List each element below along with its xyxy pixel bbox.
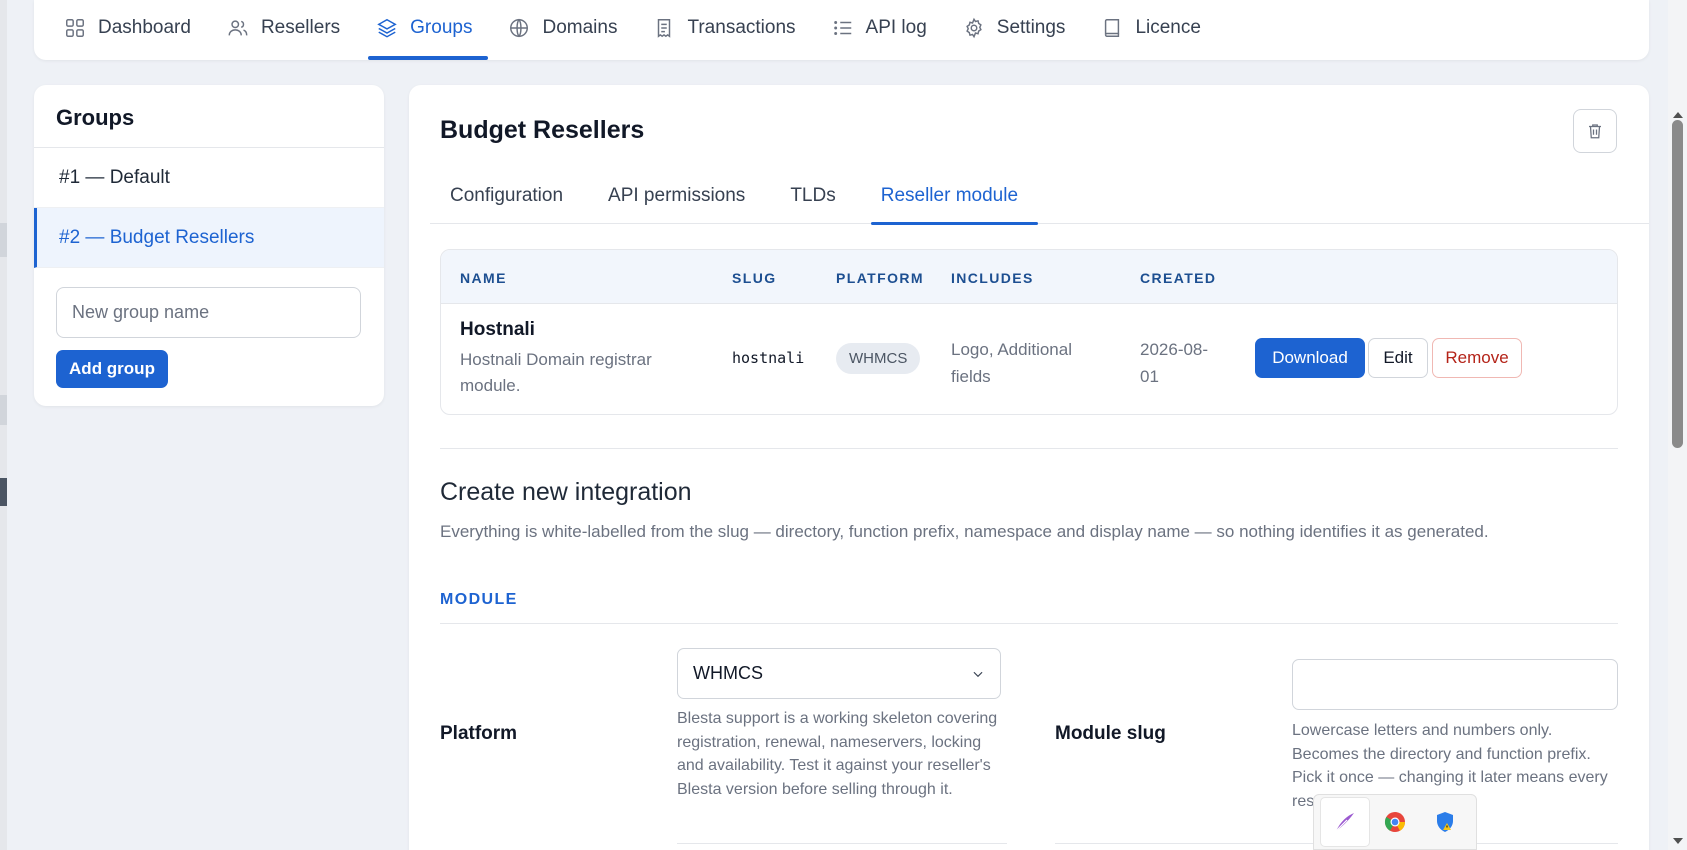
section-divider bbox=[440, 623, 1618, 624]
list-icon bbox=[833, 21, 851, 35]
module-slug-label: Module slug bbox=[1055, 723, 1166, 744]
column-header-platform: PLATFORM bbox=[836, 270, 924, 286]
page-scrollbar[interactable] bbox=[1668, 0, 1687, 850]
platform-badge: WHMCS bbox=[836, 343, 921, 374]
scrollbar-thumb[interactable] bbox=[1672, 120, 1683, 448]
book-icon bbox=[1105, 19, 1120, 37]
column-header-slug: SLUG bbox=[732, 270, 777, 286]
users-icon bbox=[228, 20, 248, 36]
platform-label: Platform bbox=[440, 723, 518, 744]
module-description: Hostnali Domain registrar module. bbox=[460, 350, 652, 395]
chrome-icon[interactable] bbox=[1370, 797, 1420, 847]
platform-select-value: WHMCS bbox=[693, 663, 763, 683]
nav-label: Licence bbox=[1135, 17, 1201, 38]
download-button[interactable]: Download bbox=[1255, 338, 1365, 378]
nav-label: Domains bbox=[542, 17, 618, 38]
column-header-created: CREATED bbox=[1140, 270, 1217, 286]
module-name: Hostnali bbox=[460, 319, 535, 340]
module-slug-input[interactable] bbox=[1292, 659, 1618, 710]
window-edge bbox=[0, 0, 7, 850]
nav-label: Dashboard bbox=[98, 17, 191, 38]
nav-item-licence[interactable]: Licence bbox=[1083, 0, 1219, 60]
tab-bar: Configuration API permissions TLDs Resel… bbox=[430, 177, 1649, 225]
nav-label: Groups bbox=[410, 17, 473, 38]
nav-item-domains[interactable]: Domains bbox=[490, 0, 635, 60]
platform-help-text: Blesta support is a working skeleton cov… bbox=[677, 710, 998, 798]
shield-warning-icon[interactable] bbox=[1420, 797, 1470, 847]
nav-item-api-log[interactable]: API log bbox=[814, 0, 945, 60]
create-integration-description: Everything is white-labelled from the sl… bbox=[440, 522, 1489, 541]
group-item-budget-resellers[interactable]: #2 — Budget Resellers bbox=[34, 208, 384, 268]
top-navigation: Dashboard Resellers Groups Domains Trans… bbox=[34, 0, 1649, 60]
new-group-name-input[interactable] bbox=[56, 287, 361, 338]
main-panel: Budget Resellers Configuration API permi… bbox=[409, 85, 1649, 850]
nav-item-groups[interactable]: Groups bbox=[358, 0, 490, 60]
groups-panel: Groups #1 — Default #2 — Budget Reseller… bbox=[34, 85, 384, 406]
add-group-button[interactable]: Add group bbox=[56, 350, 168, 388]
trash-icon bbox=[1589, 124, 1601, 139]
tab-tlds[interactable]: TLDs bbox=[770, 177, 855, 224]
nav-item-settings[interactable]: Settings bbox=[945, 0, 1084, 60]
nav-label: Settings bbox=[996, 17, 1066, 38]
nav-item-transactions[interactable]: Transactions bbox=[635, 0, 813, 60]
nav-item-dashboard[interactable]: Dashboard bbox=[64, 0, 209, 60]
column-header-name: NAME bbox=[460, 270, 507, 286]
edit-button[interactable]: Edit bbox=[1368, 338, 1428, 378]
delete-group-button[interactable] bbox=[1573, 109, 1617, 153]
globe-icon bbox=[510, 18, 529, 38]
group-item-default[interactable]: #1 — Default bbox=[34, 148, 384, 208]
tab-configuration[interactable]: Configuration bbox=[430, 177, 583, 224]
create-integration-title: Create new integration bbox=[440, 478, 692, 506]
table-header: NAME SLUG PLATFORM INCLUDES CREATED bbox=[441, 250, 1617, 304]
tab-reseller-module[interactable]: Reseller module bbox=[861, 177, 1039, 225]
section-divider bbox=[440, 448, 1618, 449]
tab-api-permissions[interactable]: API permissions bbox=[588, 177, 765, 224]
module-slug: hostnali bbox=[732, 349, 805, 367]
nav-label: API log bbox=[865, 17, 927, 38]
module-created-date: 2026-08-01 bbox=[1140, 340, 1209, 386]
platform-select[interactable]: WHMCS bbox=[677, 648, 1001, 699]
receipt-icon bbox=[658, 19, 671, 38]
scroll-down-arrow-icon[interactable] bbox=[1673, 838, 1683, 844]
module-includes: Logo, Additional fields bbox=[951, 340, 1072, 386]
page-title: Budget Resellers bbox=[440, 116, 645, 144]
module-section-label: MODULE bbox=[440, 591, 518, 608]
remove-button[interactable]: Remove bbox=[1432, 338, 1522, 378]
field-divider bbox=[677, 843, 1007, 844]
nav-item-resellers[interactable]: Resellers bbox=[209, 0, 358, 60]
nav-label: Resellers bbox=[260, 17, 341, 38]
grid-icon bbox=[66, 19, 84, 37]
gear-icon bbox=[965, 17, 982, 39]
taskbar-tray-popup bbox=[1313, 794, 1477, 850]
modules-table: NAME SLUG PLATFORM INCLUDES CREATED Host… bbox=[440, 249, 1618, 415]
scroll-up-arrow-icon[interactable] bbox=[1673, 112, 1683, 118]
chevron-down-icon bbox=[973, 671, 983, 677]
nav-label: Transactions bbox=[687, 17, 796, 38]
layers-icon bbox=[377, 18, 397, 38]
table-row: Hostnali Hostnali Domain registrar modul… bbox=[441, 304, 1617, 414]
groups-title: Groups bbox=[34, 85, 384, 148]
feather-icon[interactable] bbox=[1320, 797, 1370, 847]
column-header-includes: INCLUDES bbox=[951, 270, 1034, 286]
